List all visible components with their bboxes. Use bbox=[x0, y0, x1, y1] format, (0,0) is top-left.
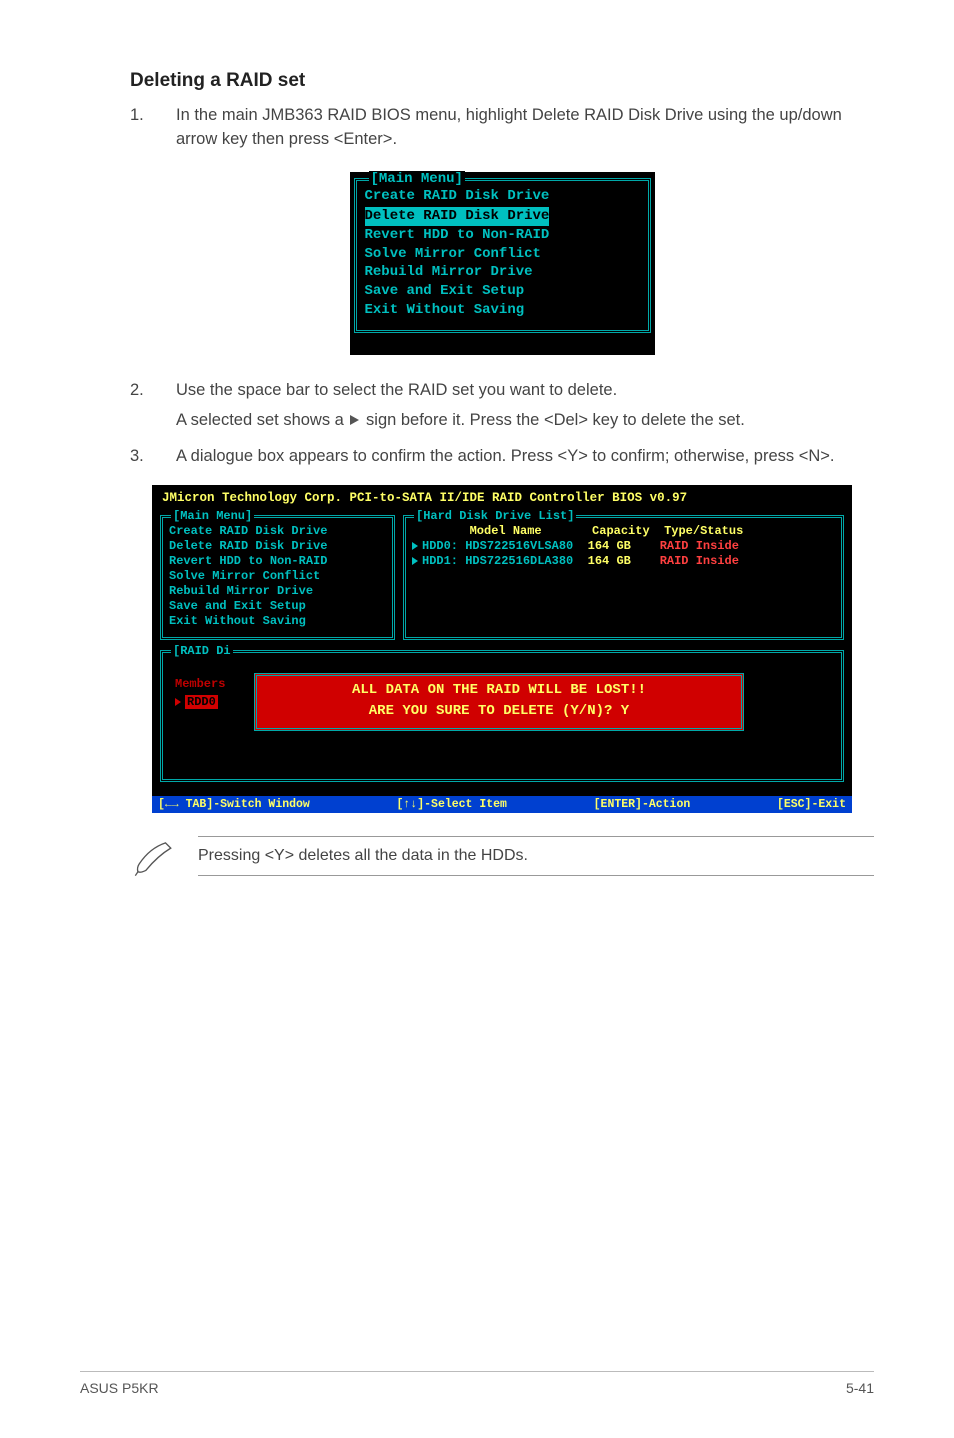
step-text: In the main JMB363 RAID BIOS menu, highl… bbox=[176, 104, 874, 152]
bios-dialog-screenshot: JMicron Technology Corp. PCI-to-SATA II/… bbox=[152, 485, 852, 813]
step-number: 2. bbox=[130, 379, 148, 433]
menu-item: Create RAID Disk Drive bbox=[365, 187, 640, 206]
alert-line: ALL DATA ON THE RAID WILL BE LOST!! bbox=[263, 680, 735, 701]
menu-item: Create RAID Disk Drive bbox=[169, 524, 386, 539]
bios-main-menu: [Main Menu] Create RAID Disk Drive Delet… bbox=[350, 172, 655, 355]
pencil-icon bbox=[134, 835, 176, 877]
menu-item: Revert HDD to Non-RAID bbox=[169, 554, 386, 569]
step-text: A dialogue box appears to confirm the ac… bbox=[176, 445, 874, 469]
hdd-header-row: Model Name Capacity Type/Status bbox=[412, 524, 835, 539]
menu-item: Rebuild Mirror Drive bbox=[365, 263, 640, 282]
menu-item: Exit Without Saving bbox=[365, 301, 640, 320]
bios-statusbar: [←→ TAB]-Switch Window [↑↓]-Select Item … bbox=[152, 796, 852, 813]
bios-hdd-panel: [Hard Disk Drive List] Model Name Capaci… bbox=[403, 515, 844, 640]
menu-item: Delete RAID Disk Drive bbox=[169, 539, 386, 554]
hdd-row: HDD1: HDS722516DLA380 164 GB RAID Inside bbox=[412, 554, 835, 569]
panel-title: [RAID Di bbox=[171, 644, 233, 658]
main-menu-title: [Main Menu] bbox=[369, 171, 465, 187]
menu-item-selected: Delete RAID Disk Drive bbox=[365, 207, 550, 226]
bios-left-panel: [Main Menu] Create RAID Disk Drive Delet… bbox=[160, 515, 395, 640]
footer-left: ASUS P5KR bbox=[80, 1380, 159, 1396]
step-number: 1. bbox=[130, 104, 148, 152]
panel-title: [Hard Disk Drive List] bbox=[414, 509, 576, 523]
menu-item: Solve Mirror Conflict bbox=[169, 569, 386, 584]
menu-item: Revert HDD to Non-RAID bbox=[365, 226, 640, 245]
step-number: 3. bbox=[130, 445, 148, 469]
alert-line: ARE YOU SURE TO DELETE (Y/N)? Y bbox=[263, 701, 735, 722]
menu-item: Save and Exit Setup bbox=[169, 599, 386, 614]
step-text: Use the space bar to select the RAID set… bbox=[176, 381, 617, 399]
note-block: Pressing <Y> deletes all the data in the… bbox=[130, 835, 874, 877]
triangle-icon bbox=[175, 698, 181, 706]
arrows-icon: [←→ bbox=[158, 798, 186, 811]
bios-header: JMicron Technology Corp. PCI-to-SATA II/… bbox=[160, 489, 844, 509]
triangle-icon bbox=[350, 415, 359, 425]
footer-right: 5-41 bbox=[846, 1380, 874, 1396]
steps-list: 2. Use the space bar to select the RAID … bbox=[130, 379, 874, 469]
step-subtext: A selected set shows a sign before it. P… bbox=[176, 409, 874, 433]
menu-item: Rebuild Mirror Drive bbox=[169, 584, 386, 599]
menu-item: Solve Mirror Conflict bbox=[365, 245, 640, 264]
panel-title: [Main Menu] bbox=[171, 509, 254, 523]
hdd-row: HDD0: HDS722516VLSA80 164 GB RAID Inside bbox=[412, 539, 835, 554]
menu-item: Exit Without Saving bbox=[169, 614, 386, 629]
note-text: Pressing <Y> deletes all the data in the… bbox=[198, 836, 874, 876]
steps-list: 1. In the main JMB363 RAID BIOS menu, hi… bbox=[130, 104, 874, 152]
bios-alert-dialog: ALL DATA ON THE RAID WILL BE LOST!! ARE … bbox=[254, 673, 744, 731]
triangle-icon bbox=[412, 557, 418, 565]
triangle-icon bbox=[412, 542, 418, 550]
menu-item: Save and Exit Setup bbox=[365, 282, 640, 301]
page-footer: ASUS P5KR 5-41 bbox=[80, 1371, 874, 1396]
section-heading: Deleting a RAID set bbox=[130, 70, 874, 92]
